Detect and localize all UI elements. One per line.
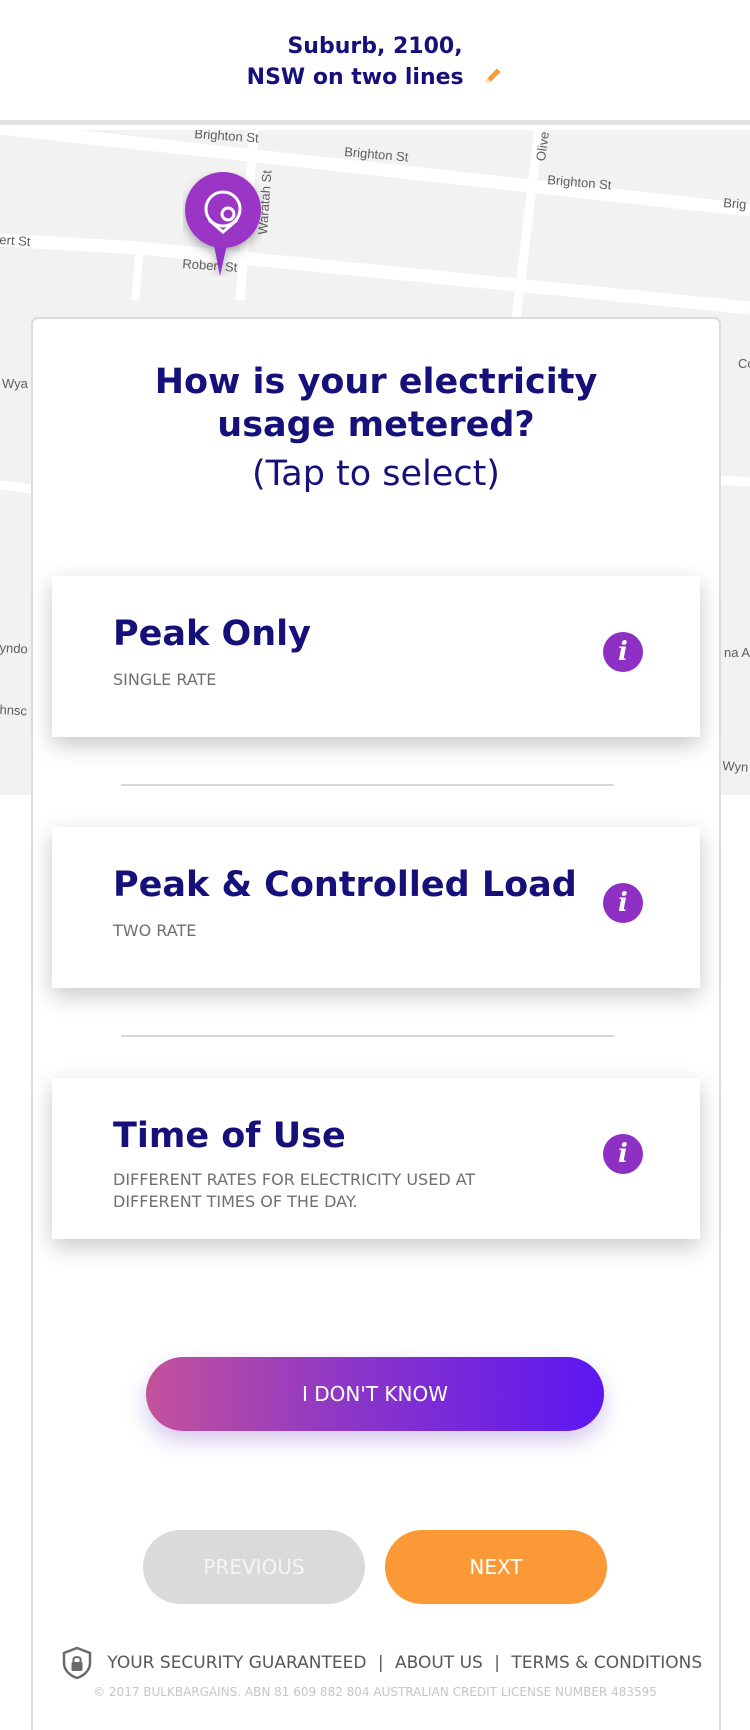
- info-icon[interactable]: i: [603, 883, 643, 923]
- street-label: yndo: [0, 640, 29, 657]
- option-peak-controlled-load[interactable]: Peak & Controlled Load TWO RATE i: [52, 827, 700, 988]
- previous-button[interactable]: PREVIOUS: [143, 1530, 365, 1604]
- street-label: Co: [738, 356, 750, 371]
- option-title: Peak Only: [113, 614, 311, 654]
- location-line-2: NSW on two lines: [0, 65, 750, 90]
- option-time-of-use[interactable]: Time of Use DIFFERENT RATES FOR ELECTRIC…: [52, 1078, 700, 1239]
- security-text: YOUR SECURITY GUARANTEED: [107, 1653, 367, 1673]
- location-text: NSW on two lines: [246, 65, 464, 90]
- street-label: hnsc: [0, 702, 28, 719]
- street-label: ert St: [0, 232, 32, 250]
- pencil-icon[interactable]: [483, 66, 503, 86]
- dont-know-button[interactable]: I DON'T KNOW: [146, 1357, 604, 1431]
- info-icon[interactable]: i: [603, 632, 643, 672]
- footer-links: YOUR SECURITY GUARANTEED | ABOUT US | TE…: [60, 1646, 702, 1680]
- divider: [121, 784, 614, 786]
- question-title-line-2: usage metered?: [217, 405, 535, 445]
- option-title: Time of Use: [113, 1116, 346, 1156]
- option-subtitle: DIFFERENT RATES FOR ELECTRICITY USED AT …: [113, 1170, 476, 1211]
- question-title-line-1: How is your electricity: [154, 362, 598, 402]
- question-subtitle: (Tap to select): [252, 454, 500, 494]
- street-label: Wyn: [721, 758, 749, 775]
- street-label: na Av: [724, 645, 750, 660]
- street-label: Brig: [722, 195, 748, 212]
- meter-question-card: How is your electricity usage metered? (…: [31, 317, 721, 1730]
- street-label: Wya: [2, 376, 28, 391]
- option-peak-only[interactable]: Peak Only SINGLE RATE i: [52, 576, 700, 737]
- footer-separator: |: [377, 1653, 384, 1673]
- terms-link[interactable]: TERMS & CONDITIONS: [511, 1653, 702, 1673]
- location-header: Suburb, 2100, NSW on two lines: [0, 0, 750, 125]
- next-button[interactable]: NEXT: [385, 1530, 607, 1604]
- about-us-link[interactable]: ABOUT US: [395, 1653, 483, 1673]
- info-icon[interactable]: i: [603, 1134, 643, 1174]
- shield-lock-icon: [60, 1646, 94, 1680]
- option-subtitle: TWO RATE: [113, 921, 197, 940]
- divider: [121, 1035, 614, 1037]
- footer-separator: |: [494, 1653, 500, 1673]
- option-title: Peak & Controlled Load: [113, 865, 577, 905]
- option-subtitle: SINGLE RATE: [113, 670, 217, 689]
- map-pin-icon[interactable]: [183, 172, 263, 276]
- location-line-1: Suburb, 2100,: [287, 34, 463, 59]
- copyright-text: © 2017 BULKBARGAINS. ABN 81 609 882 804 …: [93, 1685, 657, 1699]
